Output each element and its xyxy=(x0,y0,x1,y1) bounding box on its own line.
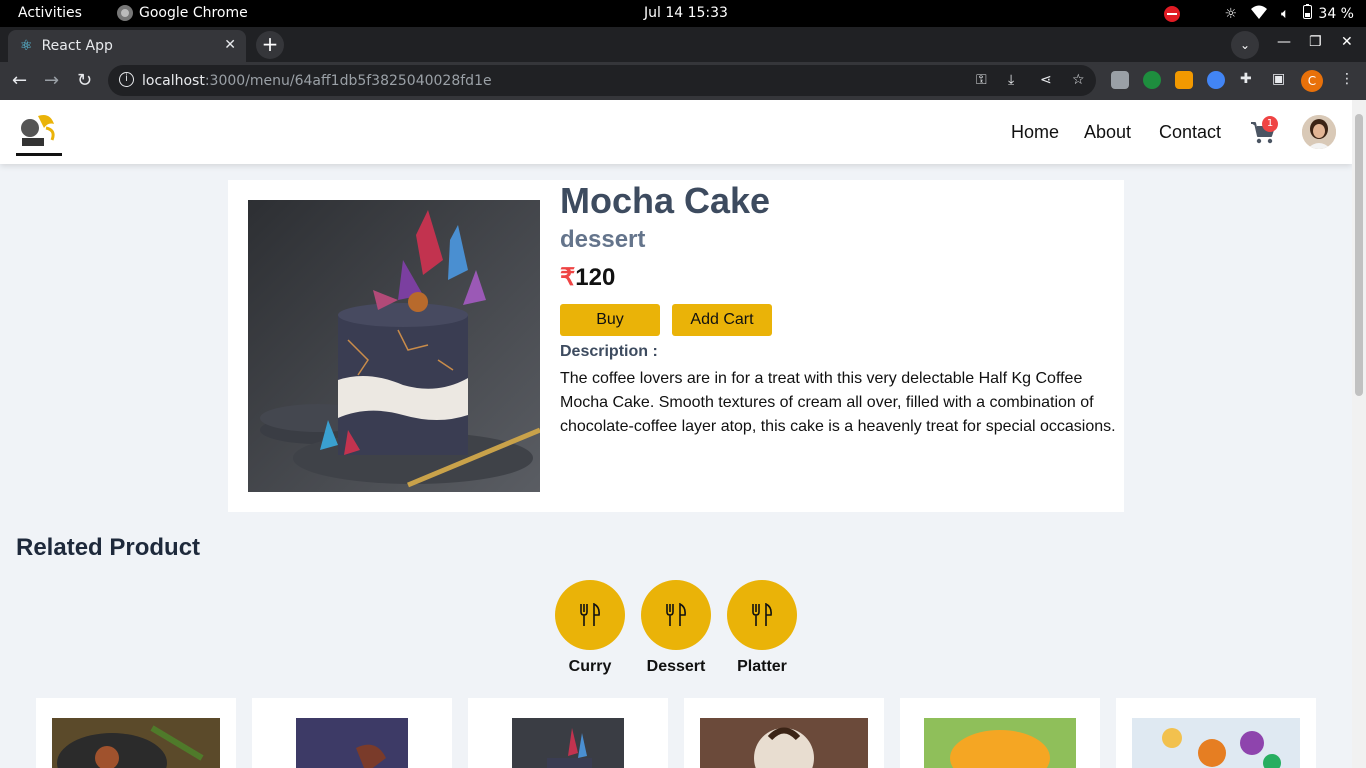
fork-knife-icon xyxy=(641,580,711,650)
rupee-symbol: ₹ xyxy=(560,264,576,291)
install-icon[interactable]: ⤓ xyxy=(1008,72,1014,88)
new-tab-button[interactable]: + xyxy=(256,31,284,59)
key-icon[interactable]: ⚿ xyxy=(976,72,987,88)
related-card-6[interactable] xyxy=(1116,698,1316,768)
product-title: Mocha Cake xyxy=(560,180,771,221)
color-extension-icon[interactable] xyxy=(1175,71,1193,89)
volume-icon: 🔈︎ xyxy=(1281,5,1290,22)
side-panel-icon[interactable]: ▣ xyxy=(1272,71,1285,87)
description-label: Description : xyxy=(560,343,658,360)
nav-about[interactable]: About xyxy=(1084,122,1131,143)
related-card-image xyxy=(52,718,220,768)
clock[interactable]: Jul 14 15:33 xyxy=(644,5,728,21)
tab-react-app[interactable]: ⚛ React App ✕ xyxy=(8,30,246,62)
app-menu-label: Google Chrome xyxy=(139,5,248,21)
forward-icon[interactable]: → xyxy=(44,70,59,91)
related-card-image xyxy=(700,718,868,768)
brightness-icon: ☼ xyxy=(1224,5,1238,22)
tab-search-button[interactable]: ⌄ xyxy=(1231,31,1259,59)
system-top-bar: Activities Google Chrome Jul 14 15:33 ☼ … xyxy=(0,0,1366,27)
category-dessert[interactable]: Dessert xyxy=(641,580,711,676)
camera-extension-icon[interactable] xyxy=(1111,71,1129,89)
battery-icon xyxy=(1303,4,1313,23)
price-value: 120 xyxy=(575,264,616,291)
battery-percentage: 34 % xyxy=(1318,5,1354,22)
product-category: dessert xyxy=(560,226,646,253)
activities-button[interactable]: Activities xyxy=(18,5,82,21)
product-image xyxy=(248,200,540,492)
reload-icon[interactable]: ↻ xyxy=(77,70,92,91)
category-platter[interactable]: Platter xyxy=(727,580,797,676)
minimize-icon[interactable]: — xyxy=(1277,34,1291,50)
nav-home[interactable]: Home xyxy=(1011,122,1059,143)
product-description: The coffee lovers are in for a treat wit… xyxy=(560,370,1116,435)
page-viewport: Home About Contact 1 Mocha Cake dessert … xyxy=(0,100,1366,768)
profile-avatar[interactable]: C xyxy=(1301,70,1323,92)
chrome-icon xyxy=(117,5,133,21)
related-card-4[interactable] xyxy=(684,698,884,768)
scrollbar-thumb[interactable] xyxy=(1355,114,1363,396)
nav-contact[interactable]: Contact xyxy=(1159,122,1221,143)
close-window-icon[interactable]: ✕ xyxy=(1341,34,1353,50)
browser-toolbar: ← → ↻ i localhost:3000/menu/64aff1db5f38… xyxy=(0,62,1366,100)
page-scrollbar[interactable] xyxy=(1352,100,1366,768)
system-tray[interactable]: ☼ 🔈︎ 34 % xyxy=(1164,4,1354,23)
fork-knife-icon xyxy=(555,580,625,650)
blue-extension-icon[interactable] xyxy=(1207,71,1225,89)
extensions-puzzle-icon[interactable]: ✚ xyxy=(1240,71,1252,87)
product-detail-card: Mocha Cake dessert ₹120 Buy Add Cart Des… xyxy=(228,180,1124,512)
product-price: ₹120 xyxy=(560,263,615,292)
address-bar[interactable]: i localhost:3000/menu/64aff1db5f38250400… xyxy=(108,65,1096,96)
app-menu[interactable]: Google Chrome xyxy=(117,5,248,21)
buy-button[interactable]: Buy xyxy=(560,304,660,336)
site-info-icon[interactable]: i xyxy=(119,72,134,87)
back-icon[interactable]: ← xyxy=(12,70,27,91)
related-card-image xyxy=(1132,718,1300,768)
close-tab-icon[interactable]: ✕ xyxy=(224,37,236,53)
add-cart-button[interactable]: Add Cart xyxy=(672,304,772,336)
share-icon[interactable]: ⋖ xyxy=(1040,72,1052,88)
related-card-3[interactable] xyxy=(468,698,668,768)
react-favicon-icon: ⚛ xyxy=(20,38,33,54)
app-header: Home About Contact 1 xyxy=(0,100,1352,164)
cart-count-badge: 1 xyxy=(1262,116,1278,132)
related-card-5[interactable] xyxy=(900,698,1100,768)
category-label: Platter xyxy=(737,658,787,675)
related-card-image xyxy=(296,718,408,768)
related-card-image xyxy=(512,718,624,768)
category-curry[interactable]: Curry xyxy=(555,580,625,676)
related-card-image xyxy=(924,718,1076,768)
menu-kebab-icon[interactable]: ⋮ xyxy=(1340,71,1354,87)
related-card-2[interactable] xyxy=(252,698,452,768)
url-text[interactable]: localhost:3000/menu/64aff1db5f3825040028… xyxy=(142,73,492,89)
tab-title: React App xyxy=(41,38,113,54)
do-not-disturb-icon xyxy=(1164,5,1181,22)
restore-icon[interactable]: ❐ xyxy=(1309,34,1322,50)
green-extension-icon[interactable] xyxy=(1143,71,1161,89)
user-avatar[interactable] xyxy=(1302,115,1336,149)
related-card-1[interactable] xyxy=(36,698,236,768)
site-logo[interactable] xyxy=(16,110,62,156)
related-products-heading: Related Product xyxy=(16,534,201,561)
bookmark-star-icon[interactable]: ☆ xyxy=(1072,72,1085,88)
fork-knife-icon xyxy=(727,580,797,650)
wifi-icon xyxy=(1251,5,1268,23)
tab-strip: ⚛ React App ✕ + ⌄ — ❐ ✕ xyxy=(0,27,1366,62)
